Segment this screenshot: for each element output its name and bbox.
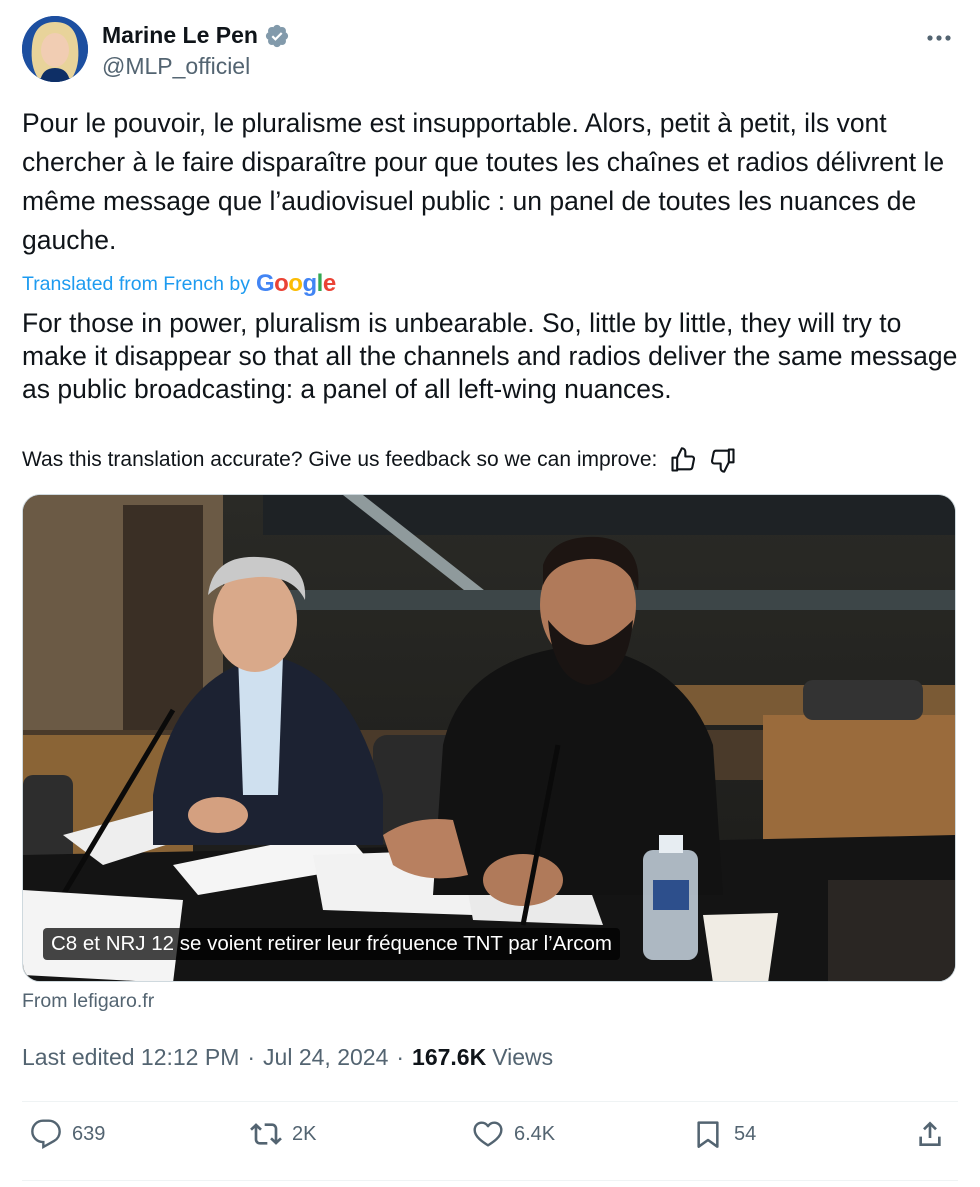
media-caption: C8 et NRJ 12 se voient retirer leur fréq… — [43, 928, 620, 960]
tweet-meta: Last edited 12:12 PM · Jul 24, 2024 · 16… — [22, 1044, 553, 1071]
google-logo: Google — [255, 270, 336, 297]
edited-timestamp[interactable]: Last edited 12:12 PM — [22, 1044, 239, 1071]
bookmark-button[interactable]: 54 — [692, 1118, 756, 1150]
divider — [22, 1101, 958, 1102]
share-icon — [919, 1121, 941, 1146]
reply-count: 639 — [72, 1122, 106, 1145]
divider — [22, 1180, 958, 1181]
translated-label[interactable]: Translated from French by — [22, 273, 250, 296]
heart-icon — [473, 1121, 503, 1147]
reply-icon — [31, 1119, 61, 1149]
avatar[interactable] — [22, 16, 88, 82]
more-options-icon[interactable] — [924, 28, 954, 48]
repost-count: 2K — [292, 1122, 317, 1145]
views-count[interactable]: 167.6K — [412, 1044, 486, 1071]
tweet-header: Marine Le Pen @MLP_officiel — [22, 16, 958, 84]
repost-button[interactable]: 2K — [250, 1118, 316, 1150]
thumbs-down-icon[interactable] — [709, 446, 737, 474]
translation-attribution: Translated from French by Google — [22, 270, 336, 298]
avatar-image — [22, 16, 88, 82]
separator-dot: · — [247, 1044, 256, 1070]
reply-button[interactable]: 639 — [30, 1118, 105, 1150]
tweet-text: Pour le pouvoir, le pluralisme est insup… — [22, 108, 945, 255]
author-name[interactable]: Marine Le Pen — [102, 22, 258, 49]
media-card[interactable]: C8 et NRJ 12 se voient retirer leur fréq… — [22, 494, 956, 982]
views-label: Views — [492, 1044, 554, 1070]
separator-dot: · — [396, 1044, 405, 1070]
bookmark-icon — [697, 1121, 719, 1148]
verified-badge-icon — [265, 24, 289, 47]
share-button[interactable] — [914, 1118, 946, 1150]
translated-text: For those in power, pluralism is unbeara… — [22, 308, 958, 404]
bookmark-count: 54 — [734, 1122, 757, 1145]
news-photo — [23, 495, 955, 981]
like-count: 6.4K — [514, 1122, 556, 1145]
translation-feedback: Was this translation accurate? Give us f… — [22, 446, 737, 474]
like-button[interactable]: 6.4K — [472, 1118, 555, 1150]
link-source[interactable]: From lefigaro.fr — [22, 990, 154, 1013]
thumbs-up-icon[interactable] — [669, 446, 697, 474]
author-handle[interactable]: @MLP_officiel — [102, 53, 250, 80]
repost-icon — [250, 1123, 282, 1145]
post-date[interactable]: Jul 24, 2024 — [263, 1044, 388, 1071]
feedback-prompt: Was this translation accurate? Give us f… — [22, 448, 658, 471]
action-bar: 639 2K 6.4K 54 — [22, 1118, 958, 1164]
